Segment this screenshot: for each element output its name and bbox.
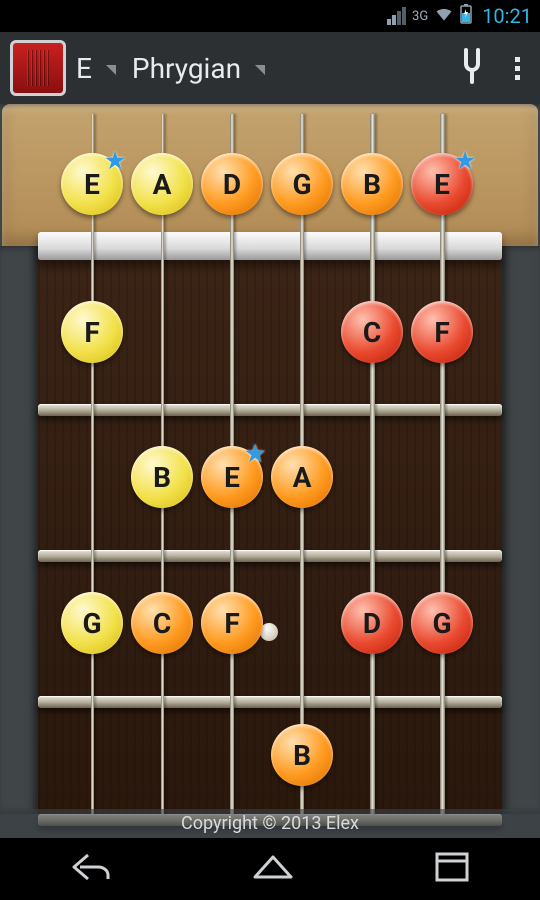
- note-marker[interactable]: A: [131, 153, 193, 215]
- fret-wire-3: [38, 696, 502, 708]
- note-marker[interactable]: G: [411, 592, 473, 654]
- note-label: G: [82, 607, 101, 640]
- app-icon[interactable]: [10, 40, 66, 96]
- note-label: A: [293, 461, 312, 494]
- note-marker[interactable]: G: [271, 153, 333, 215]
- note-marker[interactable]: B: [341, 153, 403, 215]
- app-toolbar: E Phrygian: [0, 32, 540, 104]
- clock: 10:21: [482, 4, 532, 28]
- note-marker[interactable]: D: [341, 592, 403, 654]
- note-label: G: [292, 168, 311, 201]
- note-label: B: [153, 461, 171, 494]
- note-label: E: [84, 168, 100, 201]
- root-star-icon: ★: [245, 442, 265, 467]
- overflow-dot: [515, 66, 520, 71]
- status-bar: 3G 10:21: [0, 0, 540, 32]
- dropdown-triangle-icon: [106, 65, 116, 75]
- root-note-label: E: [76, 52, 92, 85]
- copyright-text: Copyright © 2013 Elex: [0, 809, 540, 838]
- root-star-icon: ★: [455, 149, 475, 174]
- root-note-dropdown[interactable]: E: [76, 52, 116, 85]
- note-label: F: [84, 316, 99, 349]
- note-marker[interactable]: C: [341, 301, 403, 363]
- nut: [38, 232, 502, 260]
- overflow-menu-button[interactable]: [505, 51, 530, 86]
- root-star-icon: ★: [105, 149, 125, 174]
- back-button[interactable]: [70, 851, 112, 887]
- note-label: B: [363, 168, 381, 201]
- system-nav-bar: [0, 838, 540, 900]
- note-label: E: [224, 461, 240, 494]
- wifi-icon: [434, 4, 454, 29]
- note-marker[interactable]: G: [61, 592, 123, 654]
- note-marker[interactable]: F: [61, 301, 123, 363]
- note-label: F: [434, 316, 449, 349]
- signal-icon: [387, 7, 406, 25]
- note-marker[interactable]: F: [411, 301, 473, 363]
- recents-button[interactable]: [434, 851, 470, 887]
- fret-wire-2: [38, 550, 502, 562]
- scale-name-label: Phrygian: [132, 52, 241, 85]
- left-gutter: [0, 246, 38, 814]
- note-marker[interactable]: B: [131, 446, 193, 508]
- note-label: C: [153, 607, 171, 640]
- note-label: E: [434, 168, 450, 201]
- note-marker[interactable]: D: [201, 153, 263, 215]
- overflow-dot: [515, 57, 520, 62]
- note-marker[interactable]: E★: [61, 153, 123, 215]
- note-marker[interactable]: B: [271, 724, 333, 786]
- note-marker[interactable]: E★: [411, 153, 473, 215]
- string-6[interactable]: [440, 114, 445, 814]
- fret-wire-1: [38, 404, 502, 416]
- scale-dropdown[interactable]: Phrygian: [132, 52, 265, 85]
- string-1[interactable]: [91, 114, 94, 814]
- right-gutter: [502, 246, 540, 814]
- note-label: F: [224, 607, 239, 640]
- note-label: G: [432, 607, 451, 640]
- tuning-fork-button[interactable]: [449, 40, 495, 96]
- tuning-fork-icon: [457, 48, 487, 84]
- note-marker[interactable]: C: [131, 592, 193, 654]
- network-type: 3G: [412, 9, 428, 24]
- overflow-dot: [515, 75, 520, 80]
- note-label: D: [363, 607, 381, 640]
- note-label: A: [153, 168, 172, 201]
- note-marker[interactable]: E★: [201, 446, 263, 508]
- home-button[interactable]: [251, 851, 295, 887]
- battery-icon: [460, 4, 472, 29]
- note-label: D: [223, 168, 241, 201]
- string-5[interactable]: [370, 114, 375, 814]
- note-label: B: [293, 739, 311, 772]
- note-marker[interactable]: F: [201, 592, 263, 654]
- note-label: C: [363, 316, 381, 349]
- note-marker[interactable]: A: [271, 446, 333, 508]
- dropdown-triangle-icon: [255, 65, 265, 75]
- fretboard-view[interactable]: E★ADGBE★FCFBE★AGCFDGB: [0, 104, 540, 814]
